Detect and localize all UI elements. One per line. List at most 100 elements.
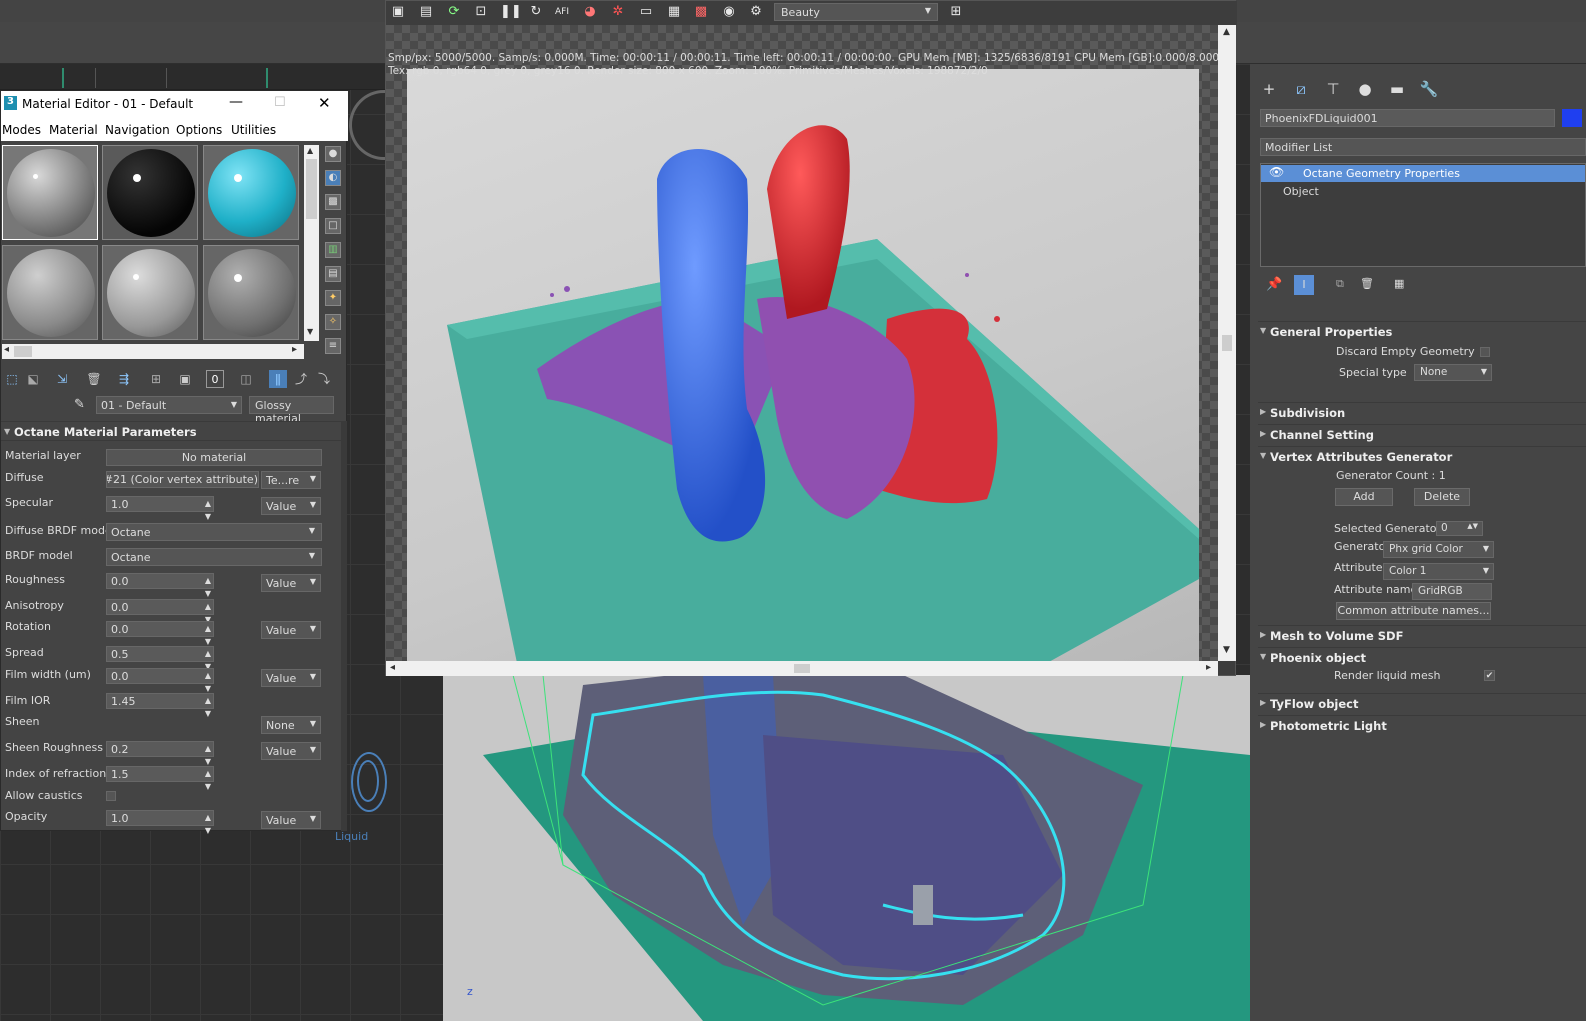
sample-type-icon[interactable]: ● [325,146,341,162]
rollout-header[interactable]: ▼ Octane Material Parameters [1,421,341,441]
diffuse-map-button[interactable]: Map #21 (Color vertex attribute) [106,471,259,488]
put-to-library-icon[interactable]: ⊞ [147,370,165,388]
attribute-dropdown[interactable]: Color 1 ▼ [1383,563,1494,580]
create-tab-icon[interactable]: + [1258,78,1280,100]
anisotropy-spinner[interactable]: 0.0 ▲ ▼ [106,599,214,624]
material-editor-titlebar[interactable]: 3 Material Editor - 01 - Default — ☐ ✕ [1,91,348,119]
get-material-icon[interactable]: ⬚ [3,370,21,388]
section-general-properties[interactable]: ▼ General Properties [1258,321,1586,341]
vertical-scrollbar[interactable]: ▲ ▼ [1218,25,1236,661]
refresh-icon[interactable]: ↻ [528,4,544,20]
scroll-thumb-h[interactable] [794,664,810,673]
delete-generator-button[interactable]: Delete [1414,488,1470,506]
pin-stack-icon[interactable]: 📌 [1266,277,1282,292]
film-width-spinner[interactable]: 0.0 ▲ ▼ [106,668,214,693]
horizontal-scrollbar[interactable]: ◂ ▸ [386,661,1218,676]
diffuse-mode-dropdown[interactable]: Te...re ▼ [261,471,321,489]
specular-spinner[interactable]: 1.0 ▲ ▼ [106,496,214,521]
region-icon[interactable]: ⊞ [948,4,964,20]
show-end-result-icon[interactable]: I [1294,275,1314,295]
perspective-viewport[interactable]: z [443,675,1250,1021]
scroll-down-icon[interactable]: ▼ [307,327,313,336]
save-image-icon[interactable]: ▣ [390,4,406,20]
material-id-channel-icon[interactable]: 0 [206,370,224,388]
sample-slot-4[interactable] [2,245,98,340]
menu-options[interactable]: Options [176,123,222,137]
section-phoenix-object[interactable]: ▼ Phoenix object [1258,647,1586,667]
spinner-arrows-icon[interactable]: ▲▼ [205,622,211,648]
roughness-mode-dropdown[interactable]: Value ▼ [261,574,321,592]
sample-slot-5[interactable] [102,245,198,340]
modifier-stack[interactable]: 👁 Octane Geometry Properties Object [1260,163,1586,267]
configure-sets-icon[interactable]: ▦ [1394,277,1404,290]
go-to-parent-icon[interactable]: ⤴ [292,370,310,388]
remove-modifier-icon[interactable]: 🗑 [1360,277,1374,290]
section-photometric-light[interactable]: ▶ Photometric Light [1258,715,1586,735]
stack-item-object[interactable]: Object [1261,183,1585,200]
material-layer-button[interactable]: No material [106,449,322,466]
film-ior-spinner[interactable]: 1.45 ▲ ▼ [106,693,214,718]
spread-spinner[interactable]: 0.5 ▲ ▼ [106,646,214,671]
octane-render-window[interactable]: ▣ ▤ ⟳ ⊡ ❚❚ ↻ AFI ◕ ✲ ▭ ▦ ▩ ◉ ⚙ Beauty ▼ … [385,0,1237,676]
selected-generator-spinner[interactable]: 0 ▲▼ [1436,521,1483,536]
spinner-arrows-icon[interactable]: ▲▼ [205,574,211,600]
opacity-mode-dropdown[interactable]: Value ▼ [261,811,321,829]
show-end-result-icon[interactable]: ǁ [269,370,287,388]
backlight-icon[interactable]: ◐ [325,170,341,186]
diffuse-brdf-dropdown[interactable]: Octane ▼ [106,523,322,541]
background-icon[interactable]: ▩ [325,194,341,210]
afi-icon[interactable]: AFI [554,4,570,20]
sample-slot-3[interactable] [203,145,299,240]
slots-vscroll[interactable]: ▲ ▼ [304,145,319,341]
settings-icon[interactable]: ⚙ [748,4,764,20]
eye-icon[interactable]: 👁 [1269,165,1284,179]
slots-hscroll[interactable]: ◂ ▸ [2,344,304,359]
close-icon[interactable]: ✕ [318,94,331,112]
options-icon[interactable]: ✦ [325,290,341,306]
render-pass-dropdown[interactable]: Beauty ▼ [774,3,938,21]
restart-icon[interactable]: ⟳ [446,4,462,20]
sheen-mode-dropdown[interactable]: None ▼ [261,716,321,734]
scroll-down-icon[interactable]: ▼ [1223,645,1230,655]
spinner-arrows-icon[interactable]: ▲▼ [205,669,211,695]
menu-modes[interactable]: Modes [2,123,41,137]
menu-utilities[interactable]: Utilities [231,123,276,137]
common-attribute-names-button[interactable]: Common attribute names... [1336,602,1491,620]
clapper-icon[interactable]: ▦ [666,4,682,20]
motion-tab-icon[interactable]: ● [1354,78,1376,100]
pause-icon[interactable]: ❚❚ [500,4,522,20]
rotation-spinner[interactable]: 0.0 ▲ ▼ [106,621,214,646]
scroll-right-icon[interactable]: ▸ [1206,662,1211,673]
eyedropper-icon[interactable]: ✎ [74,397,85,412]
add-generator-button[interactable]: Add [1335,488,1393,506]
object-color-swatch[interactable] [1562,109,1582,127]
utilities-tab-icon[interactable]: 🔧 [1418,78,1440,100]
minimize-icon[interactable]: — [229,94,243,110]
attribute-name-field[interactable]: GridRGB [1412,583,1492,600]
sample-slot-1[interactable] [2,145,98,240]
params-scrollbar[interactable] [341,421,347,831]
spinner-arrows-icon[interactable]: ▲▼ [205,767,211,793]
section-mesh-to-volume-sdf[interactable]: ▶ Mesh to Volume SDF [1258,625,1586,645]
display-tab-icon[interactable]: ▬ [1386,78,1408,100]
material-type-button[interactable]: Glossy material [249,396,334,425]
ior-spinner[interactable]: 1.5 ▲ ▼ [106,766,214,791]
menu-material[interactable]: Material [49,123,98,137]
assign-to-selection-icon[interactable]: ⇲ [53,370,71,388]
section-tyflow-object[interactable]: ▶ TyFlow object [1258,693,1586,713]
modifier-list-dropdown[interactable]: Modifier List [1260,138,1586,156]
render-canvas[interactable]: Smp/px: 5000/5000. Samp/s: 0.000M. Time:… [386,25,1219,663]
scroll-left-icon[interactable]: ◂ [4,344,9,355]
material-navigator-icon[interactable]: ≡ [325,338,341,354]
maximize-icon[interactable]: ☐ [274,95,286,110]
lock-icon[interactable]: ⊡ [473,4,489,20]
select-by-material-icon[interactable]: ✧ [325,314,341,330]
scroll-up-icon[interactable]: ▲ [1223,27,1230,37]
material-editor-window[interactable]: 3 Material Editor - 01 - Default — ☐ ✕ M… [0,90,348,835]
discard-empty-checkbox[interactable] [1480,347,1490,357]
video-color-icon[interactable]: ▥ [325,242,341,258]
menu-navigation[interactable]: Navigation [105,123,170,137]
scroll-left-icon[interactable]: ◂ [390,662,395,673]
section-vertex-attributes[interactable]: ▼ Vertex Attributes Generator [1258,446,1586,466]
save-all-icon[interactable]: ▤ [418,4,434,20]
